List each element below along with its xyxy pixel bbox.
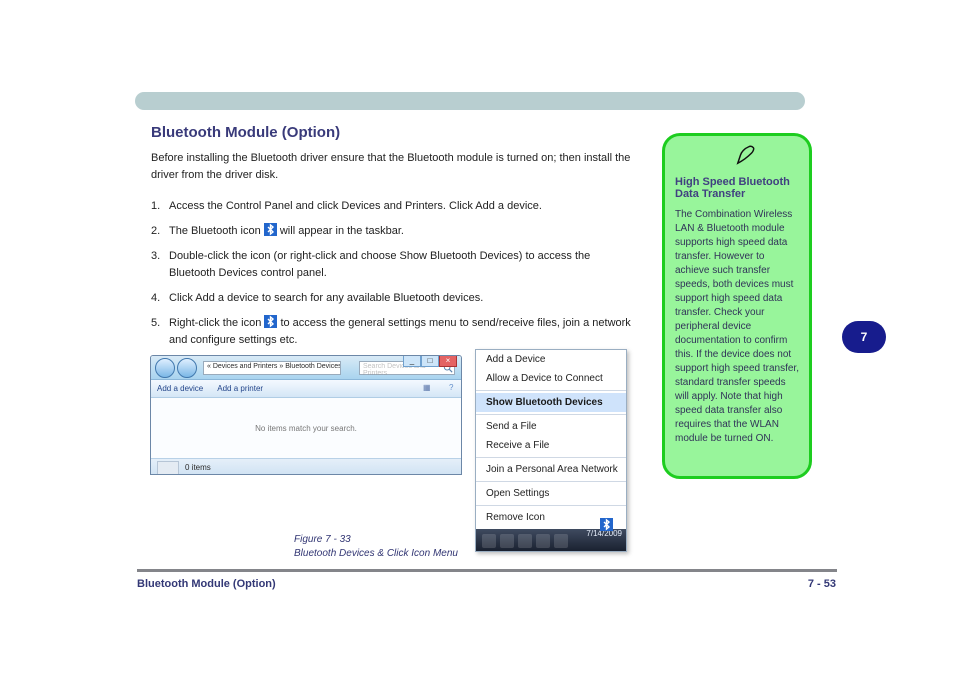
minimize-button[interactable]: _ xyxy=(403,355,421,367)
maximize-button[interactable]: □ xyxy=(421,355,439,367)
status-bar: 0 items xyxy=(151,458,461,475)
step-2: The Bluetooth icon will appear in the ta… xyxy=(151,223,631,240)
step-4: Click Add a device to search for any ava… xyxy=(151,290,631,307)
menu-receive-file[interactable]: Receive a File xyxy=(476,436,626,455)
note-panel: High Speed Bluetooth Data Transfer The C… xyxy=(662,133,812,479)
command-bar: Add a device Add a printer ▦ ? xyxy=(151,380,461,398)
steps-list: Access the Control Panel and click Devic… xyxy=(151,198,631,349)
tray-icon[interactable] xyxy=(518,534,532,548)
menu-separator xyxy=(476,414,626,415)
explorer-window: « Devices and Printers » Bluetooth Devic… xyxy=(150,355,462,475)
document-page xyxy=(135,0,835,110)
page-title: Bluetooth Module (Option) xyxy=(151,124,340,141)
tray-icon[interactable] xyxy=(482,534,496,548)
note-title: High Speed Bluetooth Data Transfer xyxy=(675,176,799,200)
bluetooth-icon xyxy=(264,223,277,236)
menu-open-settings[interactable]: Open Settings xyxy=(476,484,626,503)
forward-button[interactable] xyxy=(177,358,197,378)
status-count: 0 items xyxy=(185,463,211,472)
chapter-tab: 7 xyxy=(842,321,886,353)
tray-icon[interactable] xyxy=(500,534,514,548)
pen-icon xyxy=(735,144,757,166)
help-icon[interactable]: ? xyxy=(449,383,461,395)
body-text: Before installing the Bluetooth driver e… xyxy=(151,150,631,357)
bluetooth-icon[interactable] xyxy=(600,518,614,532)
menu-add-device[interactable]: Add a Device xyxy=(476,350,626,369)
close-button[interactable]: × xyxy=(439,355,457,367)
add-printer-button[interactable]: Add a printer xyxy=(217,384,263,393)
step-1: Access the Control Panel and click Devic… xyxy=(151,198,631,215)
figure-caption: Bluetooth Devices & Click Icon Menu xyxy=(294,548,458,559)
empty-message: No items match your search. xyxy=(255,424,357,433)
figure-label: Figure 7 - 33 xyxy=(294,534,351,545)
menu-join-pan[interactable]: Join a Personal Area Network xyxy=(476,460,626,479)
tray-icon[interactable] xyxy=(554,534,568,548)
section-divider xyxy=(135,92,805,110)
menu-allow-connect[interactable]: Allow a Device to Connect xyxy=(476,369,626,388)
note-text: The Combination Wireless LAN & Bluetooth… xyxy=(675,208,799,446)
step-5: Right-click the icon to access the gener… xyxy=(151,315,631,349)
window-controls: _ □ × xyxy=(403,355,457,367)
footer-right: 7 - 53 xyxy=(808,578,836,590)
content-area: No items match your search. xyxy=(151,398,461,458)
view-icon[interactable]: ▦ xyxy=(423,383,435,395)
bluetooth-icon xyxy=(264,315,277,328)
thumbnail-icon xyxy=(157,461,179,475)
menu-separator xyxy=(476,390,626,391)
tray-icon[interactable] xyxy=(536,534,550,548)
step-3: Double-click the icon (or right-click an… xyxy=(151,248,631,282)
menu-separator xyxy=(476,457,626,458)
footer-left: Bluetooth Module (Option) xyxy=(137,578,276,590)
back-button[interactable] xyxy=(155,358,175,378)
menu-separator xyxy=(476,505,626,506)
menu-separator xyxy=(476,481,626,482)
add-device-button[interactable]: Add a device xyxy=(157,384,203,393)
menu-show-devices[interactable]: Show Bluetooth Devices xyxy=(476,393,626,412)
taskbar: 7/14/2009 xyxy=(476,529,626,551)
intro-paragraph: Before installing the Bluetooth driver e… xyxy=(151,150,631,184)
footer-divider xyxy=(137,569,837,572)
breadcrumb[interactable]: « Devices and Printers » Bluetooth Devic… xyxy=(203,361,341,375)
menu-send-file[interactable]: Send a File xyxy=(476,417,626,436)
